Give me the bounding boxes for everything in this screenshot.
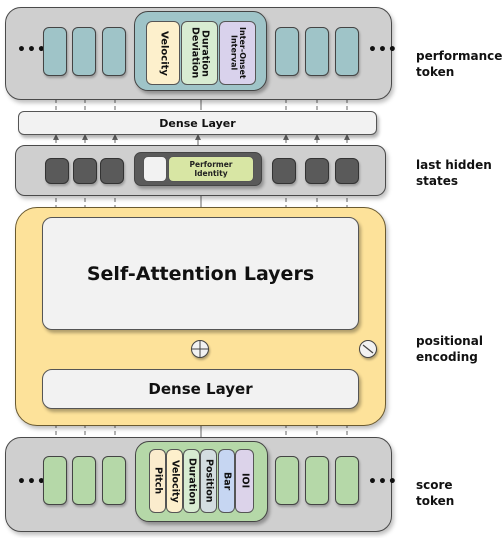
label-score-token: score token xyxy=(416,478,455,508)
self-attention-layers: Self-Attention Layers xyxy=(42,217,359,330)
feature-velocity: Velocity xyxy=(146,21,180,85)
label-positional-encoding: positional encoding xyxy=(416,334,483,364)
hidden-state xyxy=(100,158,124,184)
performance-token xyxy=(275,27,299,76)
score-token xyxy=(335,456,359,505)
score-token xyxy=(305,456,329,505)
feature-bar: Bar xyxy=(218,449,235,513)
performance-token xyxy=(335,27,359,76)
ellipsis-right-top: ••• xyxy=(368,42,398,58)
performance-token xyxy=(72,27,96,76)
dense-layer-top: Dense Layer xyxy=(18,111,377,135)
hidden-state xyxy=(45,158,69,184)
feature-ioi: IOI xyxy=(235,449,254,513)
score-token xyxy=(275,456,299,505)
add-operator-icon xyxy=(191,340,209,358)
hidden-state xyxy=(305,158,329,184)
feature-pitch: Pitch xyxy=(149,449,166,513)
label-performance-token: performance token xyxy=(416,49,503,79)
score-token xyxy=(43,456,67,505)
feature-duration: Duration xyxy=(183,449,200,513)
hidden-state xyxy=(335,158,359,184)
positional-encoding-icon xyxy=(359,340,377,358)
feature-velocity-score: Velocity xyxy=(166,449,183,513)
performance-token xyxy=(102,27,126,76)
identity-embedding-slot xyxy=(143,156,167,182)
hidden-state xyxy=(272,158,296,184)
score-token xyxy=(102,456,126,505)
ellipsis-right-bottom: ••• xyxy=(368,474,398,490)
feature-duration-deviation: Duration Deviation xyxy=(181,21,218,85)
feature-inter-onset-interval: Inter-Onset Interval xyxy=(219,21,256,85)
performance-token xyxy=(305,27,329,76)
score-token xyxy=(72,456,96,505)
dense-layer-bottom: Dense Layer xyxy=(42,369,359,409)
performance-token xyxy=(43,27,67,76)
hidden-state xyxy=(73,158,97,184)
feature-position: Position xyxy=(200,449,217,513)
performer-identity: Performer Identity xyxy=(168,156,254,182)
label-last-hidden-states: last hidden states xyxy=(416,158,492,188)
